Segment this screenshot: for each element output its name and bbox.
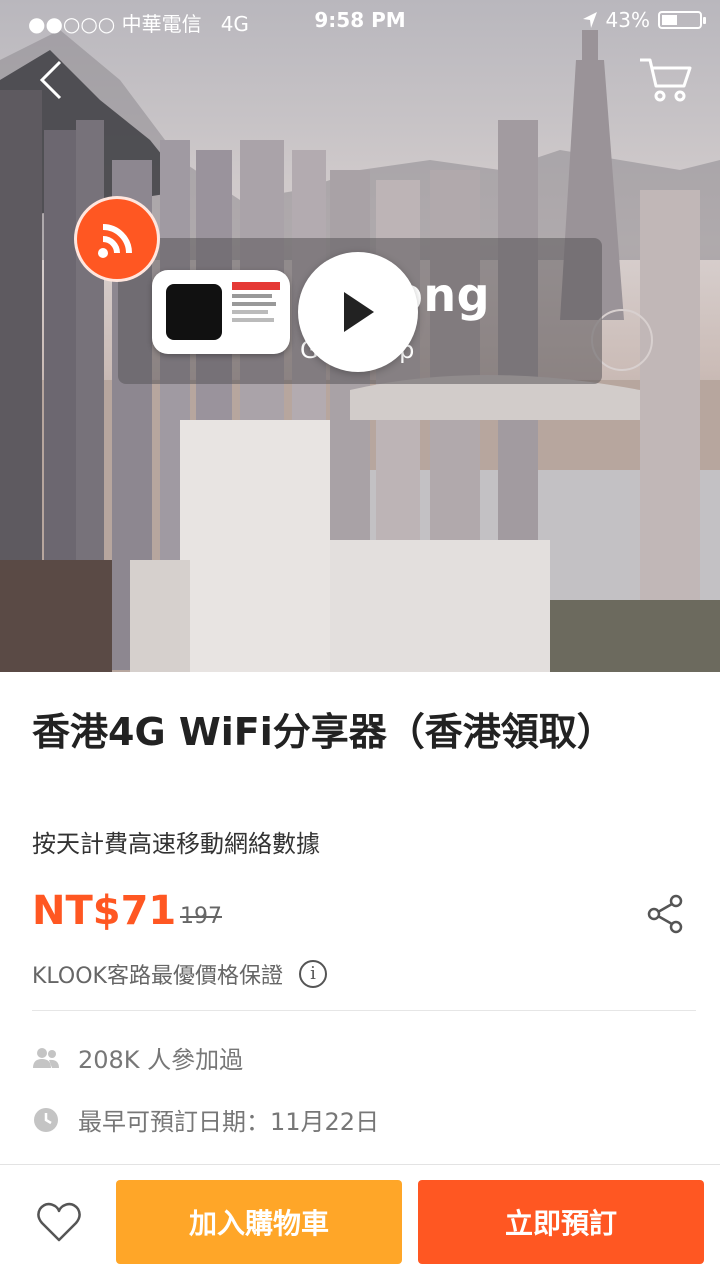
info-icon[interactable]: i (298, 960, 327, 988)
people-icon (33, 1047, 59, 1068)
participants-count: 208K 人參加過 (78, 1046, 244, 1074)
device-label-graphic (232, 282, 280, 322)
heart-icon (37, 1202, 81, 1242)
product-subtitle: 按天計費高速移動網絡數據 (32, 830, 320, 858)
product-price: NT$71 (32, 888, 177, 934)
participants-row: 208K 人參加過 (32, 1040, 243, 1075)
battery-icon (658, 11, 706, 29)
book-now-button[interactable]: 立即預訂 (418, 1180, 704, 1264)
device-screen (166, 284, 222, 340)
status-bar: ●●○○○ 中華電信 4G 9:58 PM 43% (0, 0, 720, 40)
add-to-cart-button[interactable]: 加入購物車 (116, 1180, 402, 1264)
location-arrow-icon (582, 12, 597, 28)
earliest-date: 最早可預訂日期：11月22日 (78, 1108, 380, 1136)
wifi-badge (74, 196, 160, 282)
price-guarantee: KLOOK客路最優價格保證 i (32, 958, 327, 990)
clock-icon (34, 1107, 58, 1132)
product-title: 香港4G WiFi分享器（香港領取） (32, 710, 615, 754)
battery-percent: 43% (605, 8, 650, 32)
favorite-button[interactable] (36, 1200, 82, 1244)
share-icon (647, 894, 683, 934)
cart-button[interactable] (636, 54, 694, 106)
back-button[interactable] (30, 58, 74, 102)
play-icon (344, 292, 374, 332)
play-video-button[interactable] (298, 252, 418, 372)
wifi-icon (98, 224, 132, 258)
status-right: 43% (582, 8, 706, 32)
original-price: 197 (180, 904, 222, 929)
divider (32, 1010, 696, 1011)
chevron-left-icon (39, 60, 62, 100)
cart-icon (640, 58, 692, 102)
wifi-device-image (152, 270, 290, 354)
guarantee-label: KLOOK客路最優價格保證 (32, 964, 283, 989)
earliest-date-row: 最早可預訂日期：11月22日 (32, 1102, 379, 1137)
share-button[interactable] (646, 894, 686, 934)
battery-fill (662, 15, 677, 25)
